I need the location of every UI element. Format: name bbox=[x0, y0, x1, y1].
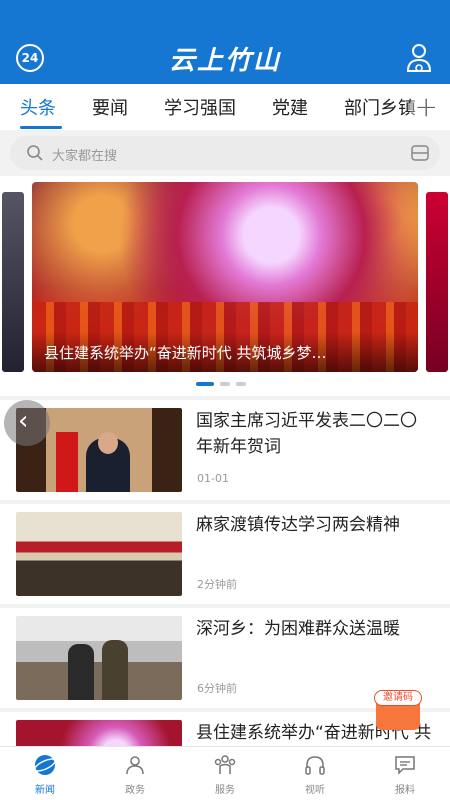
news-title: 国家主席习近平发表二〇二〇年新年贺词 bbox=[196, 411, 417, 457]
active-tab-indicator bbox=[20, 126, 62, 129]
tab-bumen-xiangzhen[interactable]: 部门乡镇 bbox=[344, 94, 416, 120]
news-title: 深河乡：为困难群众送温暖 bbox=[196, 619, 400, 639]
invite-code-label: 邀请码 bbox=[374, 690, 422, 706]
nav-news[interactable]: 新闻 bbox=[0, 753, 90, 796]
nav-government[interactable]: 政务 bbox=[90, 753, 180, 796]
nav-service[interactable]: 服务 bbox=[180, 753, 270, 796]
news-thumbnail bbox=[16, 512, 182, 596]
people-icon bbox=[126, 756, 144, 775]
service-icon bbox=[214, 755, 236, 774]
user-profile-icon[interactable] bbox=[404, 42, 434, 74]
banner-carousel[interactable]: 县住建系统举办“奋进新时代 共筑城乡梦… bbox=[0, 176, 450, 396]
bottom-navigation: 新闻 政务 服务 视听 报料 bbox=[0, 746, 450, 800]
chat-icon bbox=[395, 756, 415, 775]
tab-xuexi-qiangguo[interactable]: 学习强国 bbox=[164, 94, 236, 120]
nav-report[interactable]: 报料 bbox=[360, 753, 450, 796]
news-thumbnail bbox=[16, 616, 182, 700]
search-icon bbox=[27, 145, 43, 161]
carousel-dot-active[interactable] bbox=[196, 382, 214, 386]
chevron-left-icon: ‹ bbox=[18, 406, 29, 436]
tab-dangjian[interactable]: 党建 bbox=[272, 94, 308, 120]
next-slide-preview[interactable] bbox=[426, 192, 448, 372]
nav-label: 政务 bbox=[125, 785, 145, 796]
previous-slide-preview[interactable] bbox=[2, 192, 24, 372]
add-channel-button[interactable]: + bbox=[410, 84, 450, 130]
back-button[interactable]: ‹ bbox=[4, 400, 50, 446]
tab-yaowen[interactable]: 要闻 bbox=[92, 94, 128, 120]
app-title: 云上竹山 bbox=[168, 46, 281, 76]
nav-label: 服务 bbox=[215, 785, 235, 796]
plus-icon: + bbox=[414, 90, 438, 123]
news-thumbnail bbox=[16, 720, 182, 746]
banner-caption: 县住建系统举办“奋进新时代 共筑城乡梦… bbox=[32, 332, 418, 372]
headphones-icon bbox=[305, 756, 325, 775]
carousel-dots bbox=[0, 382, 450, 388]
news-time: 2分钟前 bbox=[197, 578, 237, 591]
news-time: 6分钟前 bbox=[197, 682, 237, 695]
news-time: 01-01 bbox=[197, 472, 229, 485]
banner-slide[interactable]: 县住建系统举办“奋进新时代 共筑城乡梦… bbox=[32, 182, 418, 372]
nav-label: 视听 bbox=[305, 785, 325, 796]
news-title: 麻家渡镇传达学习两会精神 bbox=[196, 515, 400, 535]
app-header: 24 云上竹山 bbox=[0, 0, 450, 84]
news-item[interactable]: 国家主席习近平发表二〇二〇年新年贺词 01-01 bbox=[0, 400, 450, 500]
scan-icon[interactable] bbox=[410, 143, 430, 163]
carousel-dot[interactable] bbox=[236, 382, 246, 386]
planet-icon bbox=[34, 755, 56, 775]
nav-label: 报料 bbox=[395, 785, 415, 796]
nav-audio-video[interactable]: 视听 bbox=[270, 753, 360, 796]
search-input[interactable]: 大家都在搜 bbox=[52, 145, 117, 164]
search-bar[interactable]: 大家都在搜 bbox=[10, 136, 440, 170]
news-item[interactable]: 麻家渡镇传达学习两会精神 2分钟前 bbox=[0, 504, 450, 604]
invite-code-button[interactable]: 邀请码 bbox=[374, 686, 422, 730]
channel-tabs: 头条 要闻 学习强国 党建 部门乡镇 + bbox=[0, 84, 450, 130]
carousel-dot[interactable] bbox=[220, 382, 230, 386]
nav-label: 新闻 bbox=[35, 785, 55, 796]
tab-toutiao[interactable]: 头条 bbox=[20, 94, 56, 120]
